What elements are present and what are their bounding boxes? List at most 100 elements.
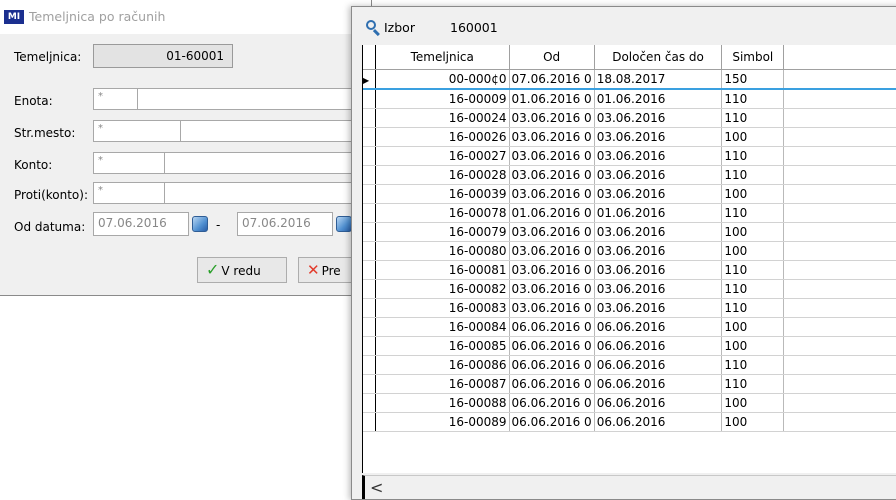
cell-dolocen-cas-do[interactable]: 03.06.2016 bbox=[594, 165, 723, 185]
cell-od[interactable]: 03.06.2016 0 bbox=[509, 298, 595, 318]
cell-temeljnica[interactable]: 00-000¢0 bbox=[375, 69, 510, 90]
cell-dolocen-cas-do[interactable]: 03.06.2016 bbox=[594, 279, 723, 299]
enota-code-field[interactable]: * bbox=[93, 88, 138, 110]
cell-dolocen-cas-do[interactable]: 06.06.2016 bbox=[594, 393, 723, 413]
izbor-titlebar[interactable]: Izbor 160001 bbox=[352, 7, 896, 43]
cell-dolocen-cas-do[interactable]: 06.06.2016 bbox=[594, 412, 723, 432]
table-row[interactable]: ▶ 00-000¢0 07.06.2016 0 18.08.2017 150 bbox=[363, 69, 896, 90]
cell-dolocen-cas-do[interactable]: 18.08.2017 bbox=[594, 69, 723, 90]
table-row[interactable]: 16-00084 06.06.2016 0 06.06.2016 100 bbox=[363, 317, 896, 337]
cell-temeljnica[interactable]: 16-00089 bbox=[375, 412, 510, 432]
cell-od[interactable]: 07.06.2016 0 bbox=[509, 69, 595, 90]
cell-simbol[interactable]: 110 bbox=[721, 165, 785, 185]
cell-temeljnica[interactable]: 16-00028 bbox=[375, 165, 510, 185]
enota-name-field[interactable] bbox=[137, 88, 367, 110]
column-header-simbol[interactable]: Simbol bbox=[721, 45, 785, 70]
cell-dolocen-cas-do[interactable]: 03.06.2016 bbox=[594, 184, 723, 204]
strmesto-code-field[interactable]: * bbox=[93, 120, 181, 142]
table-row[interactable]: 16-00086 06.06.2016 0 06.06.2016 110 bbox=[363, 355, 896, 375]
cell-od[interactable]: 01.06.2016 0 bbox=[509, 89, 595, 109]
cell-od[interactable]: 03.06.2016 0 bbox=[509, 127, 595, 147]
horizontal-scrollbar[interactable]: < bbox=[362, 475, 896, 499]
konto-code-field[interactable]: * bbox=[93, 152, 165, 174]
calendar-to-icon[interactable] bbox=[336, 216, 352, 232]
cell-dolocen-cas-do[interactable]: 06.06.2016 bbox=[594, 336, 723, 356]
proti-konto-code-field[interactable]: * bbox=[93, 182, 165, 204]
dialog-titlebar[interactable]: MI Temeljnica po računih bbox=[0, 0, 371, 34]
column-header-temeljnica[interactable]: Temeljnica bbox=[375, 45, 510, 70]
cell-simbol[interactable]: 110 bbox=[721, 374, 785, 394]
cell-od[interactable]: 03.06.2016 0 bbox=[509, 241, 595, 261]
cell-temeljnica[interactable]: 16-00024 bbox=[375, 108, 510, 128]
cell-dolocen-cas-do[interactable]: 03.06.2016 bbox=[594, 260, 723, 280]
table-row[interactable]: 16-00027 03.06.2016 0 03.06.2016 110 bbox=[363, 146, 896, 166]
table-row[interactable]: 16-00087 06.06.2016 0 06.06.2016 110 bbox=[363, 374, 896, 394]
cell-temeljnica[interactable]: 16-00080 bbox=[375, 241, 510, 261]
table-row[interactable]: 16-00088 06.06.2016 0 06.06.2016 100 bbox=[363, 393, 896, 413]
cell-simbol[interactable]: 100 bbox=[721, 184, 785, 204]
cell-simbol[interactable]: 110 bbox=[721, 279, 785, 299]
table-row[interactable]: 16-00081 03.06.2016 0 03.06.2016 110 bbox=[363, 260, 896, 280]
cell-simbol[interactable]: 150 bbox=[721, 69, 785, 90]
cell-od[interactable]: 01.06.2016 0 bbox=[509, 203, 595, 223]
date-from-input[interactable]: 07.06.2016 bbox=[93, 212, 189, 236]
ok-button[interactable]: ✓ V redu bbox=[197, 257, 287, 283]
cell-od[interactable]: 03.06.2016 0 bbox=[509, 108, 595, 128]
cell-od[interactable]: 06.06.2016 0 bbox=[509, 393, 595, 413]
cell-dolocen-cas-do[interactable]: 03.06.2016 bbox=[594, 298, 723, 318]
cell-dolocen-cas-do[interactable]: 03.06.2016 bbox=[594, 241, 723, 261]
cell-simbol[interactable]: 100 bbox=[721, 393, 785, 413]
cell-temeljnica[interactable]: 16-00085 bbox=[375, 336, 510, 356]
cell-od[interactable]: 03.06.2016 0 bbox=[509, 279, 595, 299]
cell-dolocen-cas-do[interactable]: 03.06.2016 bbox=[594, 108, 723, 128]
strmesto-name-field[interactable] bbox=[180, 120, 367, 142]
cell-simbol[interactable]: 100 bbox=[721, 412, 785, 432]
proti-konto-name-field[interactable] bbox=[164, 182, 367, 204]
cell-temeljnica[interactable]: 16-00009 bbox=[375, 89, 510, 109]
cell-dolocen-cas-do[interactable]: 03.06.2016 bbox=[594, 127, 723, 147]
cell-dolocen-cas-do[interactable]: 03.06.2016 bbox=[594, 222, 723, 242]
cell-temeljnica[interactable]: 16-00084 bbox=[375, 317, 510, 337]
cell-simbol[interactable]: 110 bbox=[721, 146, 785, 166]
table-row[interactable]: 16-00009 01.06.2016 0 01.06.2016 110 bbox=[363, 89, 896, 109]
cell-temeljnica[interactable]: 16-00027 bbox=[375, 146, 510, 166]
table-row[interactable]: 16-00079 03.06.2016 0 03.06.2016 100 bbox=[363, 222, 896, 242]
cell-dolocen-cas-do[interactable]: 06.06.2016 bbox=[594, 317, 723, 337]
cell-temeljnica[interactable]: 16-00086 bbox=[375, 355, 510, 375]
konto-name-field[interactable] bbox=[164, 152, 367, 174]
cell-dolocen-cas-do[interactable]: 01.06.2016 bbox=[594, 203, 723, 223]
cell-od[interactable]: 03.06.2016 0 bbox=[509, 146, 595, 166]
table-row[interactable]: 16-00082 03.06.2016 0 03.06.2016 110 bbox=[363, 279, 896, 299]
cell-temeljnica[interactable]: 16-00083 bbox=[375, 298, 510, 318]
cell-simbol[interactable]: 110 bbox=[721, 203, 785, 223]
table-row[interactable]: 16-00039 03.06.2016 0 03.06.2016 100 bbox=[363, 184, 896, 204]
table-row[interactable]: 16-00083 03.06.2016 0 03.06.2016 110 bbox=[363, 298, 896, 318]
scroll-left-icon[interactable]: < bbox=[370, 478, 383, 497]
cell-dolocen-cas-do[interactable]: 06.06.2016 bbox=[594, 374, 723, 394]
cell-od[interactable]: 06.06.2016 0 bbox=[509, 317, 595, 337]
temeljnica-field[interactable]: 01-60001 bbox=[93, 44, 233, 68]
date-to-input[interactable]: 07.06.2016 bbox=[237, 212, 333, 236]
cell-temeljnica[interactable]: 16-00079 bbox=[375, 222, 510, 242]
cell-od[interactable]: 03.06.2016 0 bbox=[509, 165, 595, 185]
cell-od[interactable]: 03.06.2016 0 bbox=[509, 222, 595, 242]
cell-od[interactable]: 06.06.2016 0 bbox=[509, 374, 595, 394]
cell-simbol[interactable]: 110 bbox=[721, 298, 785, 318]
calendar-from-icon[interactable] bbox=[192, 216, 208, 232]
cell-temeljnica[interactable]: 16-00082 bbox=[375, 279, 510, 299]
cell-temeljnica[interactable]: 16-00039 bbox=[375, 184, 510, 204]
cell-temeljnica[interactable]: 16-00088 bbox=[375, 393, 510, 413]
table-row[interactable]: 16-00028 03.06.2016 0 03.06.2016 110 bbox=[363, 165, 896, 185]
cell-simbol[interactable]: 110 bbox=[721, 108, 785, 128]
cell-simbol[interactable]: 100 bbox=[721, 241, 785, 261]
cell-dolocen-cas-do[interactable]: 01.06.2016 bbox=[594, 89, 723, 109]
cell-dolocen-cas-do[interactable]: 06.06.2016 bbox=[594, 355, 723, 375]
cell-od[interactable]: 06.06.2016 0 bbox=[509, 355, 595, 375]
table-row[interactable]: 16-00024 03.06.2016 0 03.06.2016 110 bbox=[363, 108, 896, 128]
cell-simbol[interactable]: 100 bbox=[721, 317, 785, 337]
cell-temeljnica[interactable]: 16-00087 bbox=[375, 374, 510, 394]
cell-simbol[interactable]: 110 bbox=[721, 260, 785, 280]
cell-od[interactable]: 06.06.2016 0 bbox=[509, 336, 595, 356]
cell-simbol[interactable]: 100 bbox=[721, 222, 785, 242]
cell-od[interactable]: 06.06.2016 0 bbox=[509, 412, 595, 432]
